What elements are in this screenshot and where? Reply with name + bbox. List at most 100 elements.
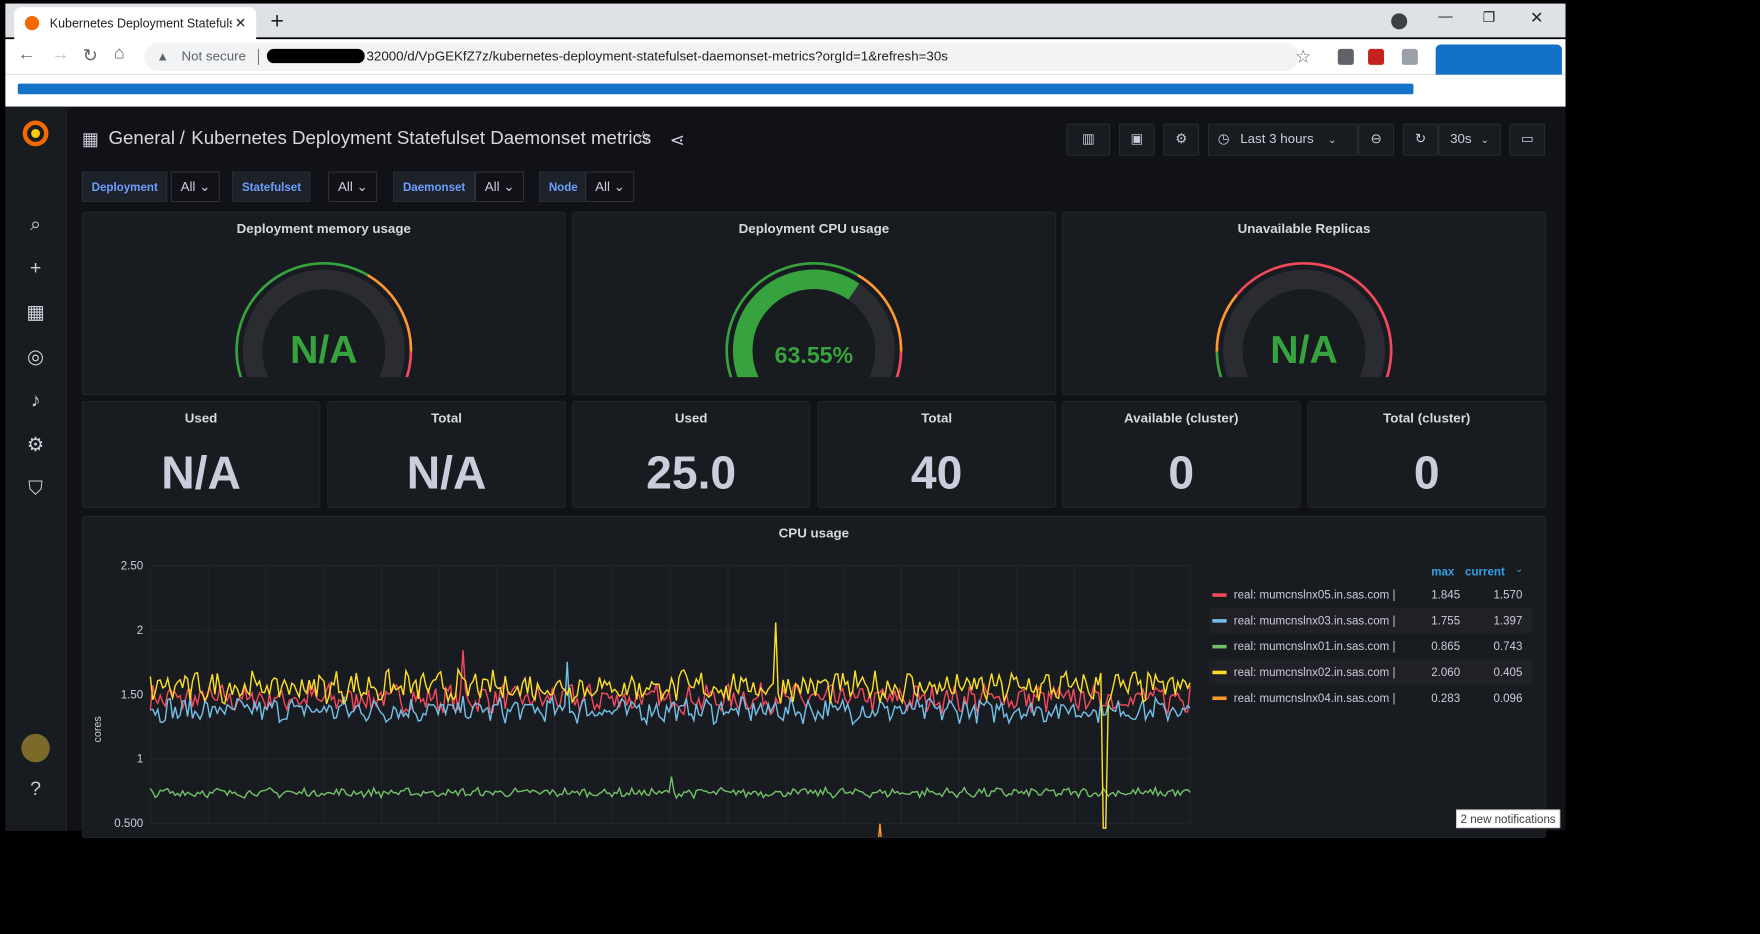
address-bar[interactable]: ▲ Not secure 32000/d/VpGEKfZ7z/kubernete… [144,42,1311,72]
panel-title: Deployment CPU usage [738,221,890,237]
panel-title: Deployment memory usage [236,221,411,237]
home-icon[interactable]: ⌂ [114,44,125,64]
zoom-out-icon: ⊖ [1370,131,1382,147]
legend-item[interactable]: real: mumcnslnx05.in.sas.com | 1.845 1.570 [1209,582,1533,608]
zoom-out-button[interactable]: ⊖ [1358,123,1394,156]
gauge-panel-unavailable-replicas: Unavailable Replicas N/A [1062,211,1546,395]
url-text: 32000/d/VpGEKfZ7z/kubernetes-deployment-… [366,48,948,65]
monitor-icon: ▭ [1520,131,1534,147]
y-tick-label: 0.500 [114,818,143,830]
configuration-gear-icon[interactable]: ⚙ [20,430,50,460]
time-range-label: Last 3 hours [1240,131,1314,147]
dashboards-grid-icon[interactable]: ▦ [20,297,50,327]
create-plus-icon[interactable]: + [20,253,50,283]
help-icon[interactable]: ? [20,774,50,804]
variable-label-daemonset: Daemonset [393,171,476,202]
legend-item[interactable]: real: mumcnslnx03.in.sas.com | 1.755 1.397 [1208,607,1533,634]
alerting-bell-icon[interactable]: ♪ [20,385,50,415]
breadcrumb-root[interactable]: General [109,128,175,149]
legend-series-name: real: mumcnslnx01.in.sas.com | [1233,639,1396,653]
gauge-value: 63.55% [774,341,854,369]
legend-swatch [1212,670,1227,675]
dashboard-settings-button[interactable]: ⚙ [1163,123,1200,156]
sort-chevron-icon: ⌄ [1514,563,1524,575]
settings-gear-icon: ⚙ [1175,131,1188,147]
y-tick-label: 1.50 [121,689,143,701]
legend-header-max[interactable]: max [1431,565,1454,578]
gauge-value: N/A [290,328,358,372]
reload-icon[interactable]: ↻ [83,44,98,66]
stat-panel: Total N/A [327,401,566,508]
browser-tab[interactable]: Kubernetes Deployment Statefulset ✕ [14,7,257,41]
bookmark-star-icon[interactable]: ☆ [1295,45,1311,67]
stat-panel: Total (cluster) 0 [1307,401,1546,508]
variable-select-daemonset[interactable]: All ⌄ [474,171,525,202]
stat-panel: Used 25.0 [571,401,811,508]
chevron-down-icon: ⌄ [1328,135,1337,146]
extension-icon-3[interactable] [1401,48,1418,65]
refresh-interval-picker[interactable]: 30s ⌄ [1438,123,1501,156]
variable-select-statefulset[interactable]: All ⌄ [328,171,378,202]
legend-series-name: real: mumcnslnx03.in.sas.com | [1233,613,1396,628]
variable-label-node: Node [539,171,588,202]
refresh-button[interactable]: ↻ [1402,123,1439,156]
profile-dropdown-icon[interactable] [1391,13,1408,30]
variable-select-deployment[interactable]: All ⌄ [170,171,221,202]
redacted-host [266,48,365,64]
variable-label-statefulset: Statefulset [232,171,311,202]
legend-current-value: 1.570 [1493,587,1523,602]
minimize-button[interactable]: — [1438,9,1452,25]
tv-mode-button[interactable]: ▭ [1509,123,1546,156]
legend-swatch [1212,619,1227,623]
save-icon: ▣ [1130,131,1144,147]
bookmarks-redacted [17,83,1414,95]
grafana-favicon-icon [24,16,40,31]
grafana-logo-icon[interactable] [21,119,49,147]
refresh-interval-label: 30s [1450,131,1472,147]
add-panel-icon: ▥ [1081,131,1095,147]
new-tab-button[interactable]: + [270,7,284,35]
server-admin-shield-icon[interactable]: ⛉ [20,473,50,503]
legend-max-value: 0.283 [1431,691,1461,705]
legend-item[interactable]: real: mumcnslnx01.in.sas.com | 0.865 0.743 [1209,633,1533,659]
restore-button[interactable]: ❐ [1483,9,1496,27]
panel-title: Total (cluster) [1383,410,1471,427]
warning-icon: ▲ [156,48,169,64]
notification-toast[interactable]: 2 new notifications [1456,809,1561,829]
legend-header-current[interactable]: current [1465,565,1505,578]
add-panel-button[interactable]: ▥ [1066,123,1111,156]
graph-legend: real: mumcnslnx05.in.sas.com | 1.845 1.570… [1208,582,1533,711]
extension-icon-2[interactable] [1368,48,1385,65]
legend-max-value: 1.845 [1431,587,1461,602]
forward-icon[interactable]: → [52,44,70,64]
star-icon[interactable]: ☆ [635,127,652,149]
legend-item[interactable]: real: mumcnslnx02.in.sas.com | 2.060 0.405 [1208,659,1533,685]
cpu-usage-chart[interactable]: 2.50 2 1.50 1 0.500 [83,517,1204,838]
stat-panel: Total 40 [817,401,1056,508]
time-picker-button[interactable]: ◷ Last 3 hours ⌄ [1207,123,1359,156]
stat-value: 0 [1413,447,1440,500]
legend-max-value: 0.865 [1431,639,1461,653]
search-icon[interactable]: ⌕ [20,209,50,239]
close-window-button[interactable]: ✕ [1530,9,1543,28]
stat-value: N/A [161,447,241,500]
legend-max-value: 2.060 [1431,665,1461,679]
extension-icon-1[interactable] [1337,48,1354,65]
save-dashboard-button[interactable]: ▣ [1118,123,1155,156]
legend-current-value: 0.405 [1493,665,1523,679]
panel-title: Total [921,410,953,427]
legend-swatch [1212,593,1227,597]
user-avatar[interactable] [21,733,50,763]
stat-value: 0 [1168,447,1195,500]
dashboard-title[interactable]: Kubernetes Deployment Statefulset Daemon… [191,128,651,149]
share-icon[interactable]: ⋖ [670,129,685,151]
tab-close-icon[interactable]: ✕ [235,15,246,31]
panel-title: Used [674,410,708,427]
variable-select-node[interactable]: All ⌄ [585,171,635,202]
back-icon[interactable]: ← [18,44,36,64]
variable-label-deployment: Deployment [81,171,168,202]
legend-item[interactable]: real: mumcnslnx04.in.sas.com | 0.283 0.096 [1209,685,1533,711]
not-secure-label: Not secure [181,48,246,65]
explore-compass-icon[interactable]: ◎ [20,342,50,372]
breadcrumb-separator: / [179,128,185,149]
